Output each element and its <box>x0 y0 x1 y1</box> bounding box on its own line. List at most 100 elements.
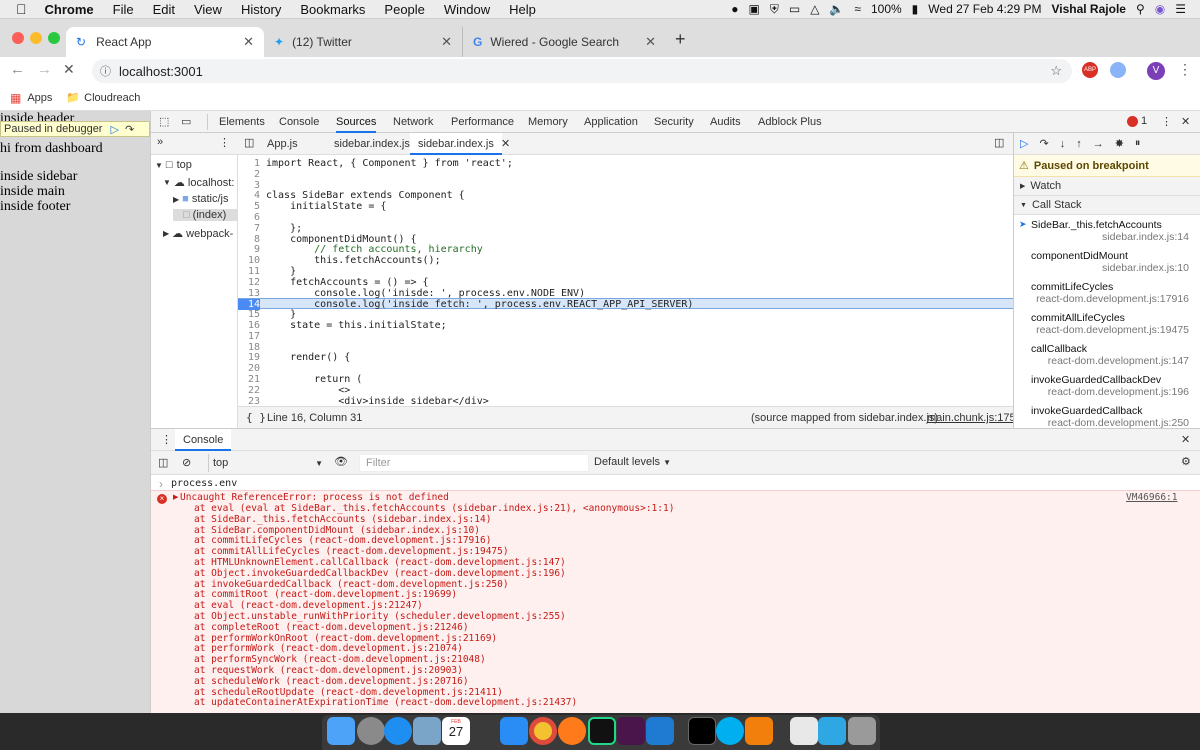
resume-icon[interactable]: ▷ <box>1020 137 1028 150</box>
code-line[interactable]: 17 <box>238 331 1013 342</box>
code-line[interactable]: 6 <box>238 212 1013 223</box>
line-number[interactable]: 9 <box>238 244 260 255</box>
tree-item-top[interactable]: ▼ □ top <box>155 159 192 171</box>
line-number[interactable]: 13 <box>238 288 260 299</box>
call-frame-function[interactable]: invokeGuardedCallback <box>1031 405 1142 417</box>
trash-icon[interactable] <box>848 717 876 745</box>
expand-error-icon[interactable]: ▶ <box>173 493 178 501</box>
code-line[interactable]: 5 initialState = { <box>238 201 1013 212</box>
close-tab-icon[interactable]: ✕ <box>645 34 656 50</box>
stack-frame[interactable]: at completeRoot (react-dom.development.j… <box>194 622 469 634</box>
extension-icon[interactable] <box>1110 62 1126 78</box>
adblock-icon[interactable]: ABP <box>1082 62 1098 78</box>
menu-kebab-icon[interactable]: ⋮ <box>1178 61 1192 78</box>
step-icon[interactable]: → <box>1093 138 1104 150</box>
code-line[interactable]: 21 return ( <box>238 374 1013 385</box>
skype-icon[interactable] <box>716 717 744 745</box>
call-frame-location[interactable]: react-dom.development.js:147 <box>1048 355 1189 367</box>
line-number[interactable]: 15 <box>238 309 260 320</box>
code-line[interactable]: 15 } <box>238 309 1013 320</box>
info-icon[interactable]: ⓘ <box>100 63 111 79</box>
battery-icon[interactable]: ▮ <box>912 2 919 16</box>
stop-icon[interactable]: ✕ <box>63 61 75 78</box>
call-frame-location[interactable]: sidebar.index.js:14 <box>1102 231 1189 243</box>
preview-icon[interactable] <box>413 717 441 745</box>
call-frame-location[interactable]: react-dom.development.js:19475 <box>1036 324 1189 336</box>
code-line[interactable]: 9 // fetch accounts, hierarchy <box>238 244 1013 255</box>
downloads-icon[interactable] <box>818 717 846 745</box>
line-number[interactable]: 2 <box>238 169 260 180</box>
menu-people[interactable]: People <box>384 2 424 17</box>
line-number[interactable]: 21 <box>238 374 260 385</box>
safari-icon[interactable] <box>384 717 412 745</box>
menu-history[interactable]: History <box>241 2 281 17</box>
address-bar[interactable]: ⓘ localhost:3001 ☆ <box>92 59 1072 83</box>
error-headline[interactable]: Uncaught ReferenceError: process is not … <box>180 492 449 503</box>
tab-sources[interactable]: Sources <box>336 111 377 133</box>
format-icon[interactable]: { } <box>246 411 266 424</box>
wifi-icon[interactable]: ≈ <box>854 2 861 16</box>
bookmark-apps[interactable]: Apps <box>27 92 52 104</box>
tab-twitter[interactable]: ✦ (12) Twitter ✕ <box>264 27 462 57</box>
deactivate-breakpoints-icon[interactable]: ✸ <box>1115 137 1124 150</box>
tab-memory[interactable]: Memory <box>528 111 568 133</box>
toggle-navigator-icon[interactable]: ◫ <box>244 136 254 149</box>
source-link[interactable]: main.chunk.js:175 <box>927 412 1016 424</box>
line-number[interactable]: 20 <box>238 363 260 374</box>
user-name[interactable]: Vishal Rajole <box>1051 2 1125 16</box>
documents-icon[interactable] <box>790 717 818 745</box>
line-number[interactable]: 4 <box>238 190 260 201</box>
error-count[interactable]: 1 <box>1141 115 1147 127</box>
step-over-icon[interactable]: ↷ <box>1039 137 1048 150</box>
call-frame-location[interactable]: react-dom.development.js:196 <box>1048 386 1189 398</box>
menu-file[interactable]: File <box>113 2 134 17</box>
live-expression-icon[interactable]: 👁 <box>334 455 348 468</box>
line-number[interactable]: 8 <box>238 234 260 245</box>
stack-frame[interactable]: at Object.invokeGuardedCallbackDev (reac… <box>194 568 566 580</box>
bookmark-cloudreach[interactable]: Cloudreach <box>84 92 140 104</box>
error-source-link[interactable]: VM46966:1 <box>1126 492 1177 503</box>
code-line[interactable]: 16 state = this.initialState; <box>238 320 1013 331</box>
line-number[interactable]: 18 <box>238 342 260 353</box>
pause-on-exceptions-icon[interactable]: ⏸ <box>1135 137 1141 150</box>
drawer-tab-console[interactable]: Console <box>175 429 232 451</box>
profile-avatar[interactable]: V <box>1147 62 1165 80</box>
console-settings-icon[interactable]: ⚙ <box>1181 455 1191 468</box>
toggle-debugger-icon[interactable]: ◫ <box>994 136 1004 149</box>
tab-console[interactable]: Console <box>279 111 319 133</box>
line-number[interactable]: 5 <box>238 201 260 212</box>
code-line[interactable]: 10 this.fetchAccounts(); <box>238 255 1013 266</box>
new-tab-button[interactable]: + <box>675 29 686 50</box>
tree-item-webpack[interactable]: ▶ ☁ webpack- <box>163 227 233 241</box>
tab-performance[interactable]: Performance <box>451 111 514 133</box>
forward-icon[interactable]: → <box>37 61 52 78</box>
url-text[interactable]: localhost:3001 <box>119 64 203 79</box>
code-line[interactable]: 2 <box>238 169 1013 180</box>
code-line[interactable]: 3 <box>238 180 1013 191</box>
line-number[interactable]: 19 <box>238 352 260 363</box>
log-levels-select[interactable]: Default levels ▼ <box>594 456 671 468</box>
menu-chrome[interactable]: Chrome <box>45 2 94 17</box>
call-frame-function[interactable]: commitLifeCycles <box>1031 281 1113 293</box>
bookmark-star-icon[interactable]: ☆ <box>1050 63 1062 79</box>
call-frame-function[interactable]: invokeGuardedCallbackDev <box>1031 374 1161 386</box>
line-number[interactable]: 3 <box>238 180 260 191</box>
code-line[interactable]: 13 console.log('inisde: ', process.env.N… <box>238 288 1013 299</box>
close-tab-icon[interactable]: ✕ <box>441 34 452 50</box>
window-zoom-button[interactable] <box>48 32 60 44</box>
line-number[interactable]: 12 <box>238 277 260 288</box>
line-number[interactable]: 7 <box>238 223 260 234</box>
close-tab-icon[interactable]: ✕ <box>501 137 510 150</box>
apps-icon[interactable]: ▦ <box>10 91 21 105</box>
vscode-icon[interactable] <box>646 717 674 745</box>
code-line[interactable]: 18 <box>238 342 1013 353</box>
line-number[interactable]: 16 <box>238 320 260 331</box>
close-tab-icon[interactable]: ✕ <box>243 34 254 50</box>
code-line[interactable]: 7 }; <box>238 223 1013 234</box>
tab-google-search[interactable]: G Wiered - Google Search ✕ <box>462 27 666 57</box>
tab-react-app[interactable]: ↻ React App ✕ <box>66 27 264 57</box>
menu-edit[interactable]: Edit <box>153 2 175 17</box>
error-badge-icon[interactable] <box>1127 116 1138 127</box>
close-devtools-icon[interactable]: ✕ <box>1181 115 1190 128</box>
drawer-menu-icon[interactable]: ⋮ <box>161 433 172 446</box>
